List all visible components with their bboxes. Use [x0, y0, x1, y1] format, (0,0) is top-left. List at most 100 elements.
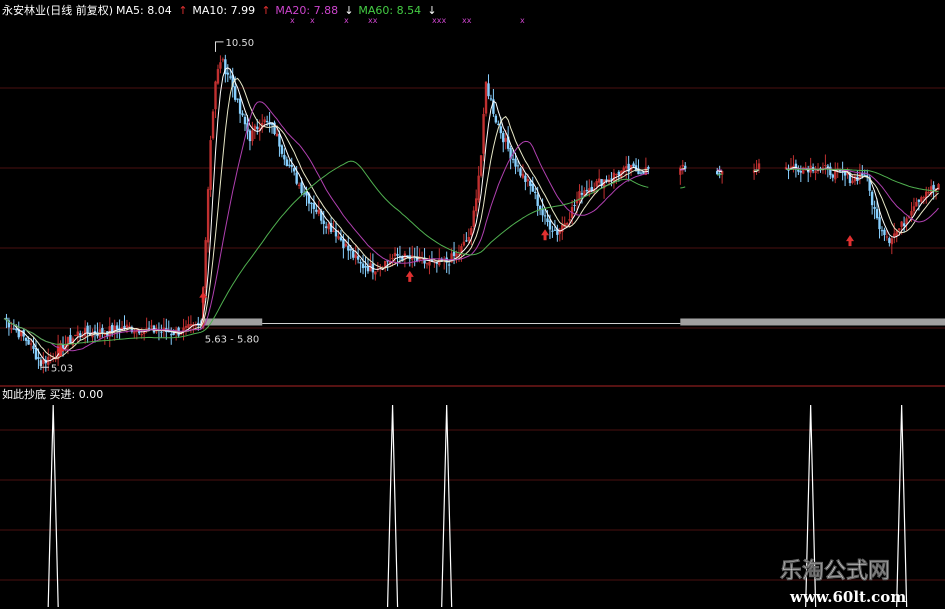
candle-body — [211, 111, 215, 139]
candle-body — [140, 334, 143, 336]
candle-body — [927, 192, 930, 194]
candle-body — [511, 158, 515, 160]
candle-body — [221, 59, 225, 61]
candle-body — [425, 263, 429, 265]
candle-body — [349, 249, 352, 251]
candle-body — [324, 226, 328, 229]
candle-body — [322, 220, 325, 224]
candle-body — [452, 251, 456, 257]
candle-body — [285, 159, 289, 166]
candle-body — [256, 126, 259, 129]
candle-body — [128, 326, 131, 328]
trend-arrow-icon: ↑ — [178, 4, 187, 17]
candle-body — [290, 165, 293, 167]
candle-body — [595, 181, 598, 187]
signal-spike — [896, 404, 908, 608]
candle-body — [679, 167, 682, 175]
ma5-line — [3, 67, 939, 362]
candle-body — [479, 155, 483, 176]
candle-body — [219, 62, 222, 69]
candle-body — [74, 334, 77, 337]
main-grid — [0, 87, 945, 387]
high-label: 10.50 — [226, 38, 255, 49]
candle-body — [32, 345, 35, 349]
candle-body — [236, 98, 239, 100]
candle-body — [356, 256, 360, 260]
candle-body — [391, 257, 394, 259]
candle-body — [504, 138, 507, 142]
ma60-line — [3, 160, 939, 345]
candle-body — [189, 324, 193, 326]
candle-body — [502, 133, 505, 143]
candle-body — [315, 209, 318, 212]
candle-body — [359, 261, 362, 264]
signal-marker: xxx — [432, 16, 446, 25]
candle-body — [155, 331, 158, 333]
candle-body — [150, 325, 153, 327]
candle-body — [514, 158, 517, 167]
candle-body — [229, 76, 232, 78]
candle-body — [516, 165, 520, 167]
candle-body — [799, 170, 803, 173]
candle-body — [477, 175, 480, 201]
chart-stage: 10.50 5.03 5.63 - 5.80 永安林业(日线 前复权) 如此抄底 买… — [0, 0, 945, 609]
candle-body — [534, 191, 537, 194]
ma10-line — [3, 77, 939, 359]
candle-body — [900, 221, 903, 227]
candle-body — [615, 174, 618, 176]
candle-body — [647, 167, 650, 169]
candles — [5, 54, 940, 374]
candle-body — [280, 145, 284, 154]
candle-body — [467, 237, 471, 242]
candle-body — [342, 239, 345, 249]
candle-body — [851, 180, 854, 183]
candle-body — [251, 130, 254, 142]
candle-body — [920, 197, 923, 202]
buy-arrow-icon — [405, 270, 414, 282]
candle-body — [797, 169, 800, 172]
candle-body — [352, 250, 355, 258]
watermark-url: www.60lt.com — [789, 588, 906, 606]
candle-body — [519, 168, 522, 176]
candle-body — [226, 72, 229, 75]
candle-body — [310, 202, 313, 205]
candle-body — [905, 218, 908, 224]
candle-body — [145, 327, 148, 329]
candle-body — [681, 164, 684, 167]
candle-body — [472, 210, 475, 227]
candle-body — [337, 236, 340, 239]
low-label: 5.03 — [51, 363, 73, 374]
candle-body — [831, 174, 834, 178]
signal-marker: x — [310, 16, 315, 25]
candle-body — [826, 165, 830, 167]
candle-body — [79, 333, 82, 336]
signal-marker: xx — [368, 16, 378, 25]
candle-body — [551, 230, 554, 232]
candle-body — [206, 189, 210, 243]
candle-body — [553, 229, 557, 231]
candle-body — [902, 223, 906, 226]
signal-spike — [47, 404, 59, 608]
candle-body — [546, 218, 549, 222]
candle-body — [910, 211, 913, 216]
candle-body — [83, 327, 87, 337]
candle-body — [115, 325, 119, 330]
candle-body — [187, 324, 190, 328]
candle-body — [897, 228, 901, 231]
candle-body — [541, 208, 544, 216]
candle-body — [878, 217, 881, 230]
candle-body — [29, 343, 33, 345]
indicator-label: 如此抄底 买进: 0.00 — [2, 387, 103, 401]
candle-body — [548, 220, 552, 230]
range-band — [680, 318, 945, 326]
candle-body — [565, 223, 569, 225]
range-label: 5.63 - 5.80 — [205, 335, 260, 346]
signal-marker: x — [344, 16, 349, 25]
buy-arrow-icon — [541, 229, 550, 241]
watermark-title: 乐淘公式网 — [780, 558, 890, 584]
candle-body — [283, 154, 286, 160]
candle-body — [465, 240, 468, 242]
candle-body — [489, 98, 493, 100]
candle-body — [27, 339, 30, 345]
candle-body — [470, 228, 473, 236]
